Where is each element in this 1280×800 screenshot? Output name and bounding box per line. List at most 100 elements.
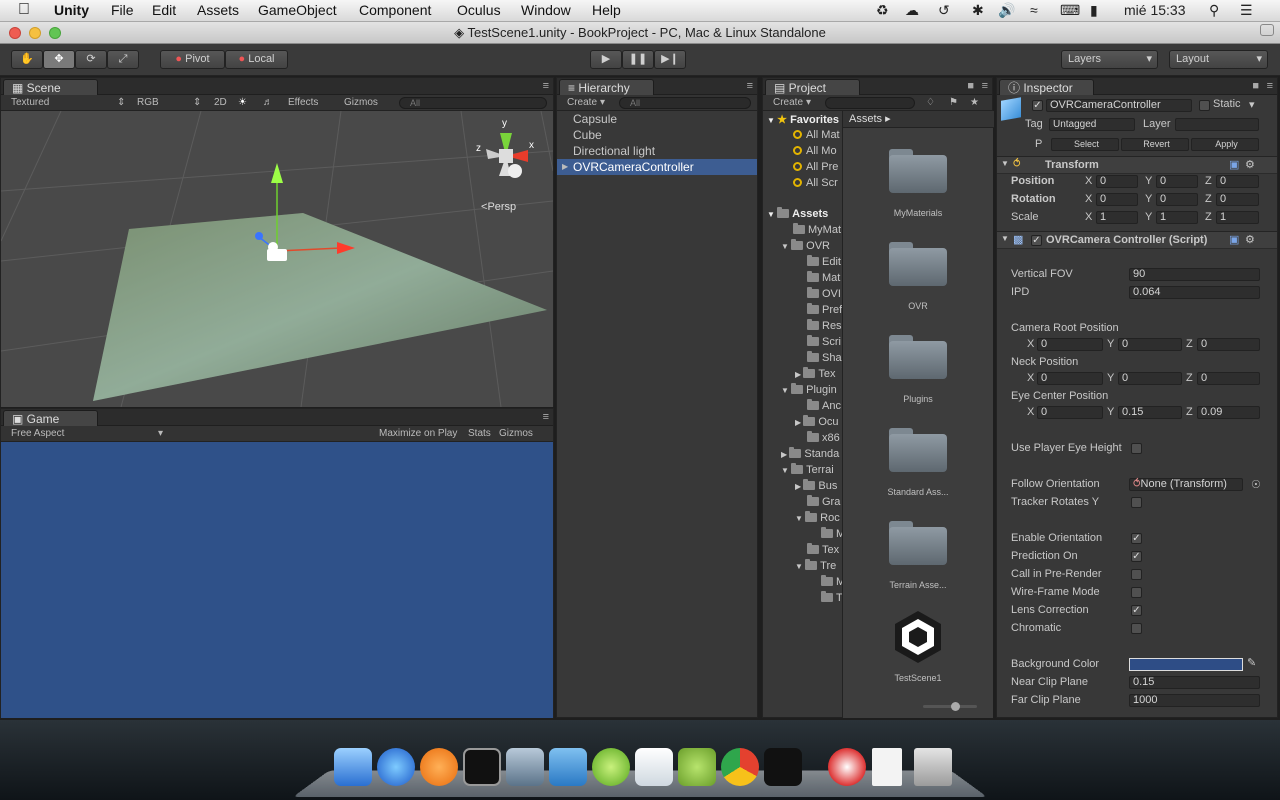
2d-toggle[interactable]: 2D <box>214 97 227 108</box>
tree-folder[interactable]: Mat <box>807 271 840 284</box>
lock-icon[interactable]: ■ <box>967 80 974 92</box>
tree-folder[interactable]: Anc <box>807 399 841 412</box>
favorites-header[interactable]: ▼ ★ Favorites <box>767 113 839 126</box>
panel-menu-icon[interactable]: ≡ <box>543 80 549 92</box>
hierarchy-item-selected[interactable]: ▶ OVRCameraController <box>557 159 757 175</box>
step-button[interactable]: ▶❙ <box>654 50 686 69</box>
neck-y-field[interactable]: 0 <box>1118 372 1182 385</box>
panel-menu-icon[interactable]: ≡ <box>747 80 753 92</box>
panel-menu-icon[interactable]: ≡ <box>982 80 988 92</box>
android-icon[interactable] <box>678 748 716 786</box>
favorite-item[interactable]: All Mat <box>793 129 840 141</box>
gizmos-dropdown[interactable]: Gizmos <box>344 97 378 108</box>
tab-project[interactable]: ▤ Project <box>765 79 860 95</box>
near-clip-plane-field[interactable]: 0.15 <box>1129 676 1260 689</box>
tree-folder[interactable]: Tex <box>807 543 839 556</box>
filter-by-label-icon[interactable]: ⚑ <box>949 97 958 108</box>
tree-folder[interactable]: M <box>821 527 842 540</box>
asset-folder-icon[interactable] <box>889 147 947 193</box>
tab-game[interactable]: ▣ Game <box>3 410 98 426</box>
tracker-rotates-y-checkbox[interactable] <box>1131 497 1142 508</box>
battery-icon[interactable]: ▮ <box>1090 2 1098 19</box>
favorite-star-icon[interactable]: ★ <box>970 97 979 108</box>
unity-scene-asset-icon[interactable] <box>889 607 947 665</box>
prediction-on-checkbox[interactable]: ✓ <box>1131 551 1142 562</box>
menu-file[interactable]: File <box>111 2 134 18</box>
clock[interactable]: mié 15:33 <box>1124 2 1185 18</box>
menu-help[interactable]: Help <box>592 2 621 18</box>
rotation-x-field[interactable]: 0 <box>1096 193 1138 206</box>
gear-icon[interactable]: ⚙ <box>1245 233 1255 246</box>
minimize-window-button[interactable] <box>29 27 41 39</box>
tree-folder[interactable]: Scri <box>807 335 841 348</box>
tree-folder[interactable]: ▶ Standa <box>781 447 839 460</box>
enable-orientation-checkbox[interactable]: ✓ <box>1131 533 1142 544</box>
rotate-tool-button[interactable]: ⟳ <box>75 50 107 69</box>
scale-z-field[interactable]: 1 <box>1216 211 1259 224</box>
wifi-icon[interactable]: ≈ <box>1030 2 1038 18</box>
scene-orientation-gizmo[interactable]: y z x <box>471 118 541 191</box>
tree-folder[interactable]: x86 <box>807 431 840 444</box>
rotation-y-field[interactable]: 0 <box>1156 193 1198 206</box>
menu-component[interactable]: Component <box>359 2 431 18</box>
component-enabled-checkbox[interactable]: ✓ <box>1031 235 1042 246</box>
chromatic-checkbox[interactable] <box>1131 623 1142 634</box>
preview-icon[interactable] <box>635 748 673 786</box>
icon-size-slider[interactable] <box>923 702 977 711</box>
layers-dropdown[interactable]: Layers ▾ <box>1061 50 1158 69</box>
spotlight-search-icon[interactable]: ⚲ <box>1209 2 1219 19</box>
background-color-swatch[interactable] <box>1129 658 1243 671</box>
tree-folder[interactable]: Res <box>807 319 842 332</box>
eye-center-z-field[interactable]: 0.09 <box>1197 406 1260 419</box>
downloads-stack-icon[interactable] <box>828 748 866 786</box>
expand-arrow-icon[interactable]: ▶ <box>562 159 568 175</box>
tree-folder[interactable]: OVI <box>807 287 841 300</box>
aspect-dropdown[interactable]: Free Aspect <box>11 428 64 439</box>
keyboard-icon[interactable]: ⌨ <box>1060 2 1080 19</box>
hierarchy-search-input[interactable]: All <box>619 97 751 109</box>
favorite-item[interactable]: All Scr <box>793 177 838 189</box>
scale-tool-button[interactable]: ⤢ <box>107 50 139 69</box>
pivot-toggle[interactable]: ● Pivot <box>160 50 225 69</box>
hand-tool-button[interactable]: ✋ <box>11 50 43 69</box>
tab-hierarchy[interactable]: ≡ Hierarchy <box>559 79 654 95</box>
neck-x-field[interactable]: 0 <box>1037 372 1103 385</box>
asset-folder-icon[interactable] <box>889 426 947 472</box>
eye-center-y-field[interactable]: 0.15 <box>1118 406 1182 419</box>
eyedropper-icon[interactable]: ✎ <box>1247 656 1256 669</box>
notification-center-icon[interactable]: ☰ <box>1240 2 1253 19</box>
audio-toggle-icon[interactable]: ♬ <box>263 97 273 108</box>
stats-toggle[interactable]: Stats <box>468 428 491 439</box>
project-search-input[interactable] <box>825 97 915 109</box>
tree-folder[interactable]: T <box>821 591 842 604</box>
hierarchy-item[interactable]: Directional light <box>557 143 757 159</box>
tree-folder[interactable]: ▼ Terrai <box>781 463 834 476</box>
tree-folder[interactable]: ▼ Tre <box>795 559 836 572</box>
hierarchy-item[interactable]: Cube <box>557 127 757 143</box>
ibooks-icon[interactable] <box>420 748 458 786</box>
finder-icon[interactable] <box>334 748 372 786</box>
prefab-select-button[interactable]: Select <box>1051 138 1119 151</box>
gear-icon[interactable]: ⚙ <box>1245 158 1255 171</box>
favorite-item[interactable]: All Mo <box>793 145 837 157</box>
static-checkbox[interactable] <box>1199 100 1210 111</box>
layout-dropdown[interactable]: Layout ▾ <box>1169 50 1268 69</box>
favorite-item[interactable]: All Pre <box>793 161 838 173</box>
hierarchy-item[interactable]: Capsule <box>557 111 757 127</box>
tree-folder[interactable]: ▶ Tex <box>795 367 836 380</box>
lock-icon[interactable]: ■ <box>1252 80 1259 92</box>
hierarchy-create-dropdown[interactable]: Create <box>567 97 597 108</box>
itunes-icon[interactable] <box>377 748 415 786</box>
wire-frame-mode-checkbox[interactable] <box>1131 587 1142 598</box>
panel-menu-icon[interactable]: ≡ <box>543 411 549 423</box>
asset-folder-icon[interactable] <box>889 519 947 565</box>
shading-mode-dropdown[interactable]: Textured <box>11 97 49 108</box>
far-clip-plane-field[interactable]: 1000 <box>1129 694 1260 707</box>
game-gizmos-dropdown[interactable]: Gizmos <box>499 428 533 439</box>
prefab-apply-button[interactable]: Apply <box>1191 138 1259 151</box>
asset-folder-icon[interactable] <box>889 240 947 286</box>
project-create-dropdown[interactable]: Create <box>773 97 803 108</box>
menu-gameobject[interactable]: GameObject <box>258 2 337 18</box>
maximize-on-play-toggle[interactable]: Maximize on Play <box>379 428 457 439</box>
tree-folder[interactable]: Pref <box>807 303 842 316</box>
